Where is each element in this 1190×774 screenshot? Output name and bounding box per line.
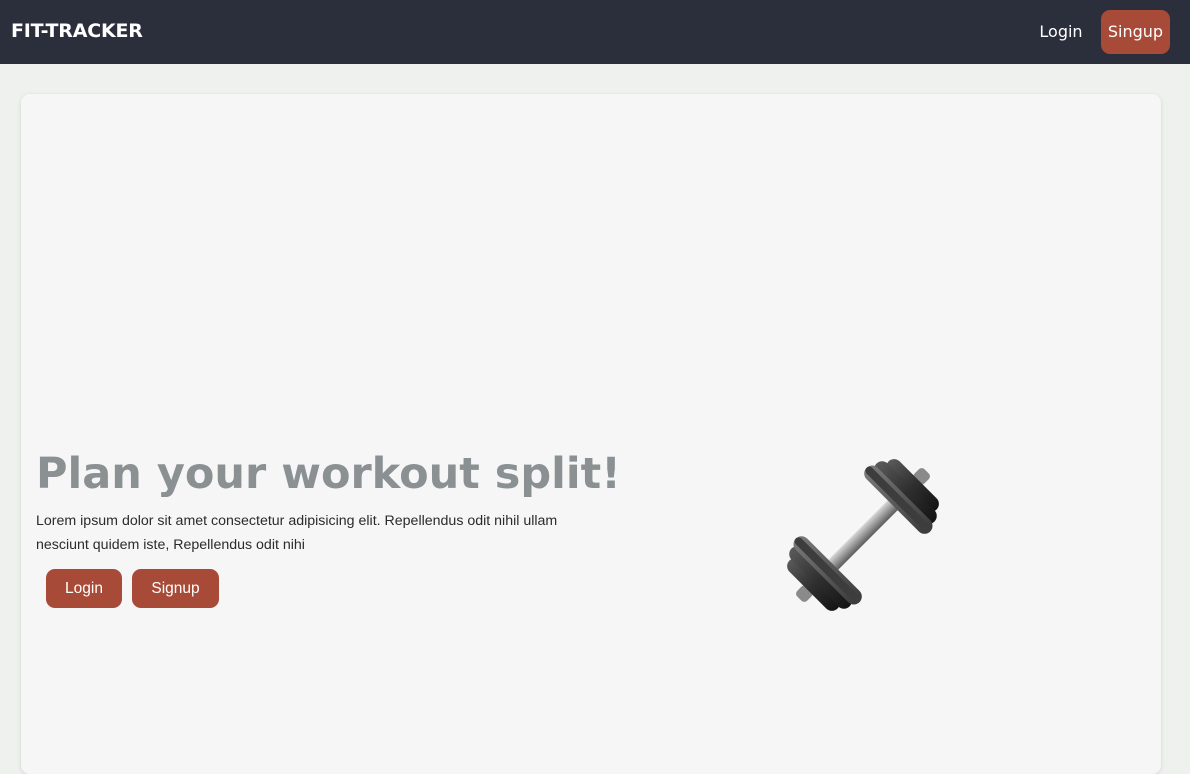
hero-card — [21, 94, 1161, 774]
hero-title: Plan your workout split! — [36, 449, 621, 499]
navbar: FIT-TRACKER Login Singup — [0, 0, 1190, 64]
nav-signup-button[interactable]: Singup — [1101, 10, 1170, 54]
nav-login-link[interactable]: Login — [1030, 11, 1092, 53]
hero-login-button[interactable]: Login — [46, 569, 122, 608]
hero-signup-button[interactable]: Signup — [132, 569, 219, 608]
hero-description: Lorem ipsum dolor sit amet consectetur a… — [36, 513, 558, 553]
dumbbell-icon — [768, 440, 958, 630]
brand-logo[interactable]: FIT-TRACKER — [11, 20, 143, 42]
